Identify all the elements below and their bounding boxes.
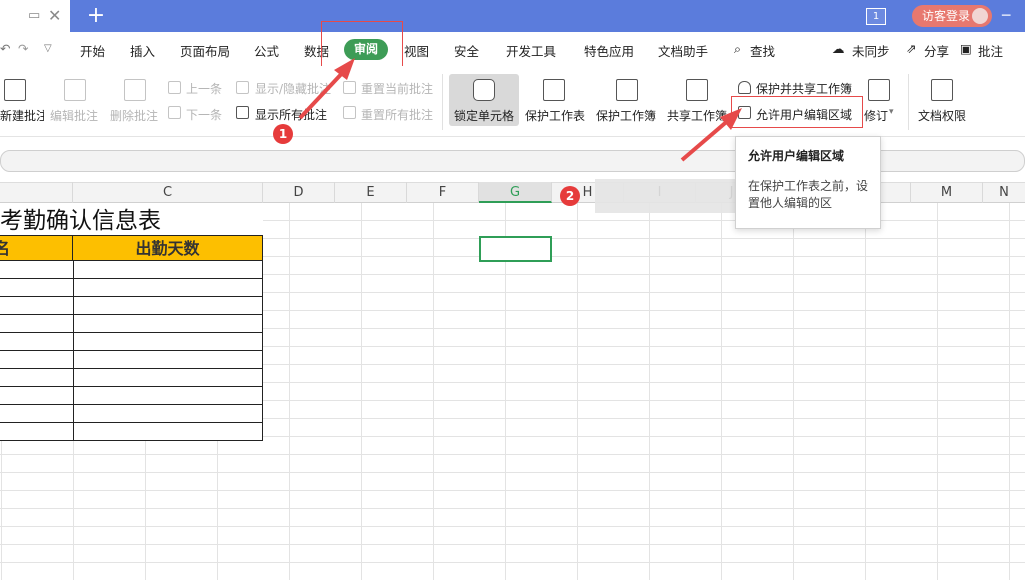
step-marker-2: 2 [560,186,580,206]
arrow-to-review-tab [298,66,349,120]
annotation-arrows [298,58,742,162]
arrow-to-allow-edit [680,116,733,162]
step-marker-1: 1 [273,124,293,144]
